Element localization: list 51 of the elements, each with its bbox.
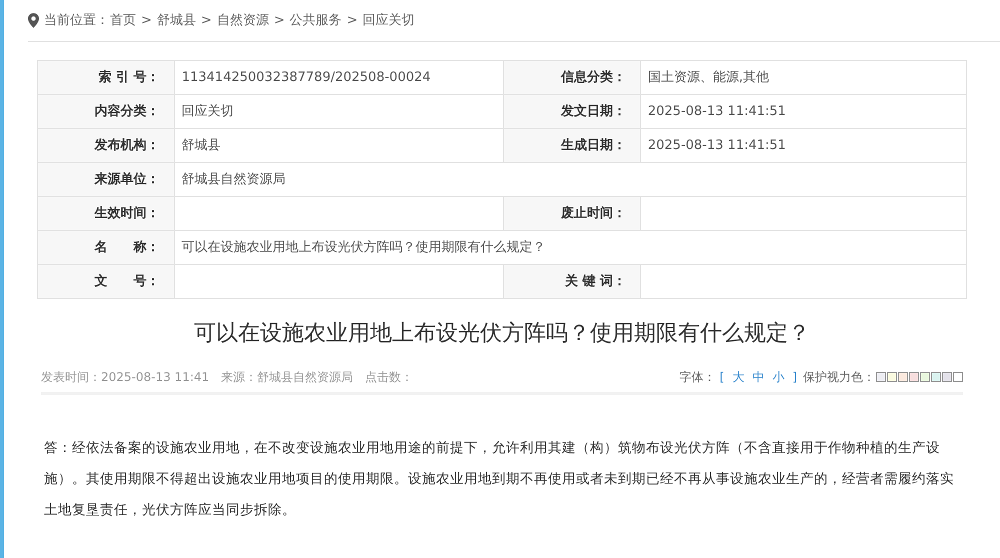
article-title: 可以在设施农业用地上布设光伏方阵吗？使用期限有什么规定？ — [193, 320, 811, 348]
breadcrumb-link[interactable]: 首页 — [110, 10, 136, 30]
field-label: 发文日期： — [504, 94, 640, 128]
field-label: 名 称： — [38, 230, 174, 264]
field-value: 回应关切 — [174, 94, 504, 128]
field-value: 2025-08-13 11:41:51 — [640, 128, 966, 162]
field-label: 信息分类： — [504, 60, 640, 94]
field-value: 2025-08-13 11:41:51 — [640, 94, 966, 128]
breadcrumb-separator: > — [274, 12, 285, 30]
font-size-label: 字体： — [680, 369, 716, 386]
meta-text: 点击数： — [365, 369, 414, 386]
font-size-link[interactable]: 小 — [772, 368, 784, 386]
field-label: 废止时间： — [504, 196, 640, 230]
bracket: ] — [792, 369, 797, 386]
color-swatch[interactable] — [887, 372, 897, 382]
breadcrumb-separator: > — [200, 12, 212, 30]
color-swatch[interactable] — [942, 372, 952, 382]
breadcrumb-label: 当前位置： — [44, 12, 109, 30]
eye-color-label: 保护视力色： — [803, 369, 875, 386]
color-swatch[interactable] — [876, 372, 886, 382]
breadcrumb-separator: > — [346, 12, 358, 30]
breadcrumb-link[interactable]: 回应关切 — [362, 10, 415, 30]
field-value: 舒城县 — [174, 128, 504, 162]
breadcrumb-separator: > — [141, 12, 152, 30]
field-value: 113414250032387789/202508-00024 — [174, 60, 504, 94]
field-label: 文 号： — [38, 264, 174, 298]
meta-text: 来源：舒城县自然资源局 — [221, 369, 354, 386]
field-label: 生成日期： — [504, 128, 640, 162]
field-label: 来源单位： — [38, 162, 174, 196]
color-swatch[interactable] — [898, 372, 908, 382]
field-label: 发布机构： — [38, 128, 174, 162]
bracket: [ — [720, 369, 724, 386]
field-label: 索 引 号： — [38, 60, 174, 94]
breadcrumb-link[interactable]: 舒城县 — [156, 10, 196, 30]
field-label: 内容分类： — [38, 94, 174, 128]
font-size-link[interactable]: 大 — [732, 368, 744, 386]
field-value: 国土资源、能源,其他 — [640, 60, 966, 94]
field-value: 舒城县自然资源局 — [174, 162, 966, 196]
color-swatch[interactable] — [909, 372, 919, 382]
breadcrumb-link[interactable]: 自然资源 — [216, 10, 269, 30]
field-label: 生效时间： — [38, 196, 174, 230]
article-body: 答：经依法备案的设施农业用地，在不改变设施农业用地用途的前提下，允许利用其建（构）筑物布设光伏方阵（不含直接用于作物种植的生产设施）。其使用期限不得超出设施农业用地项目的使用期限。设施农业用地到期不再使用或者未到期已经不再从事设施农业生产的，经营者需履约落实土地复垦责任，光伏方阵应当同步拆除。 — [44, 439, 955, 520]
breadcrumb-link[interactable]: 公共服务 — [290, 10, 342, 30]
color-swatch[interactable] — [953, 372, 963, 382]
location-pin-icon — [28, 13, 39, 28]
meta-text: 发表时间：2025-08-13 11:41 — [41, 369, 210, 386]
color-swatch[interactable] — [931, 372, 941, 382]
field-label: 关 键 词： — [504, 264, 640, 298]
font-size-link[interactable]: 中 — [752, 368, 764, 386]
color-swatch[interactable] — [920, 372, 930, 382]
field-value: 可以在设施农业用地上布设光伏方阵吗？使用期限有什么规定？ — [174, 230, 966, 264]
